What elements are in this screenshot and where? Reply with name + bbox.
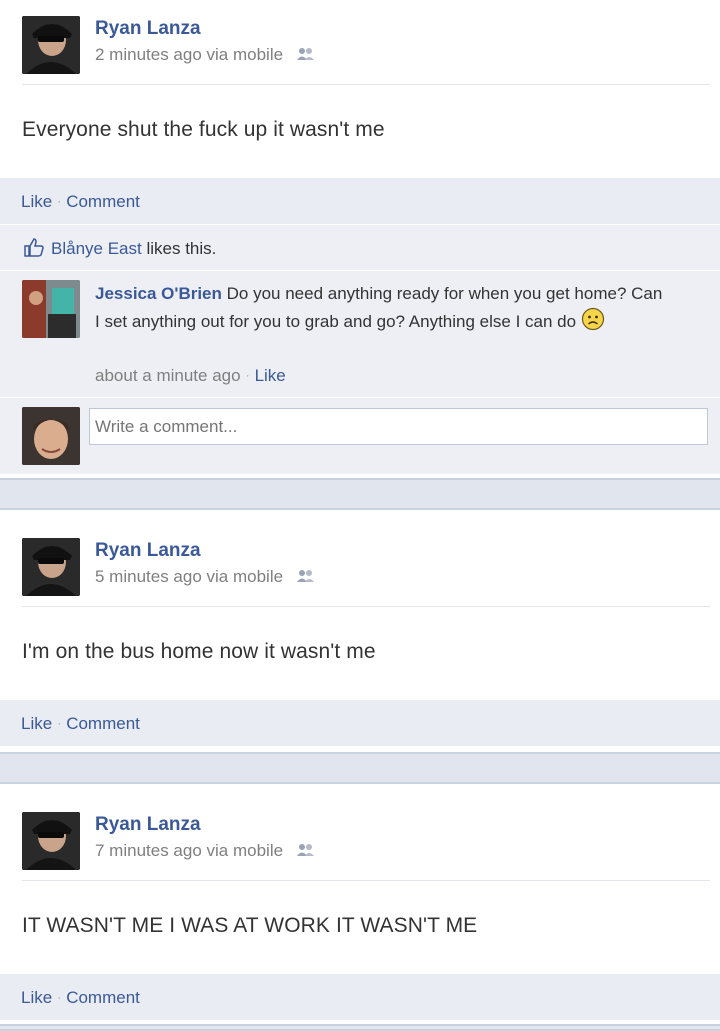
liker-name-link[interactable]: Blånye East	[51, 239, 142, 258]
comment: Jessica O'Brien Do you need anything rea…	[0, 271, 720, 397]
write-comment-row	[0, 398, 720, 474]
feed-separator	[0, 1024, 720, 1031]
commenter-name-link[interactable]: Jessica O'Brien	[95, 284, 222, 303]
post-meta: 5 minutes ago via mobile	[95, 567, 316, 588]
post-timestamp[interactable]: 2 minutes ago via mobile	[95, 45, 283, 64]
post-timestamp[interactable]: 7 minutes ago via mobile	[95, 841, 283, 860]
comment-timestamp[interactable]: about a minute ago	[95, 366, 241, 385]
dot-separator: ·	[57, 990, 62, 1004]
status-text: I'm on the bus home now it wasn't me	[22, 640, 376, 663]
like-link[interactable]: Like	[21, 714, 52, 733]
author-avatar[interactable]	[22, 16, 80, 74]
comment-meta: about a minute ago · Like	[95, 366, 286, 386]
author-avatar[interactable]	[22, 538, 80, 596]
post-meta: 7 minutes ago via mobile	[95, 841, 316, 862]
post-actions-bar: Like · Comment	[0, 700, 720, 746]
feed-separator	[0, 752, 720, 784]
thumbs-up-icon	[23, 237, 45, 262]
avatar-photo-icon	[22, 538, 80, 596]
avatar-photo-icon	[22, 812, 80, 870]
divider	[22, 606, 710, 607]
avatar-photo-icon	[22, 407, 80, 465]
avatar-photo-icon	[22, 16, 80, 74]
like-link[interactable]: Like	[21, 988, 52, 1007]
status-text: Everyone shut the fuck up it wasn't me	[22, 118, 385, 141]
likes-text: Blånye East likes this.	[51, 239, 216, 259]
feed-separator	[0, 478, 720, 510]
likes-summary: Blånye East likes this.	[0, 225, 720, 270]
comment-link[interactable]: Comment	[66, 192, 140, 211]
friends-privacy-icon[interactable]	[296, 842, 316, 862]
status-text: IT WASN'T ME I WAS AT WORK IT WASN'T ME	[22, 914, 478, 937]
status-post: Ryan Lanza 2 minutes ago via mobile Ever…	[0, 0, 720, 178]
like-link[interactable]: Like	[21, 192, 52, 211]
friends-privacy-icon[interactable]	[296, 46, 316, 66]
comment-link[interactable]: Comment	[66, 714, 140, 733]
comment-link[interactable]: Comment	[66, 988, 140, 1007]
divider	[22, 84, 710, 85]
comment-like-link[interactable]: Like	[255, 366, 286, 385]
post-actions-bar: Like · Comment	[0, 974, 720, 1020]
post-meta: 2 minutes ago via mobile	[95, 45, 316, 66]
post-timestamp[interactable]: 5 minutes ago via mobile	[95, 567, 283, 586]
status-post: Ryan Lanza 5 minutes ago via mobile I'm …	[0, 510, 720, 700]
friends-privacy-icon[interactable]	[296, 568, 316, 588]
author-name-link[interactable]: Ryan Lanza	[95, 18, 201, 40]
author-avatar[interactable]	[22, 812, 80, 870]
dot-separator: ·	[245, 368, 250, 382]
author-name-link[interactable]: Ryan Lanza	[95, 814, 201, 836]
likes-suffix: likes this.	[141, 239, 217, 258]
comment-input[interactable]	[89, 408, 708, 445]
post-actions-bar: Like · Comment	[0, 178, 720, 224]
dot-separator: ·	[57, 716, 62, 730]
avatar-photo-icon	[22, 280, 80, 338]
viewer-avatar	[22, 407, 80, 465]
commenter-avatar[interactable]	[22, 280, 80, 338]
divider	[22, 880, 710, 881]
status-post: Ryan Lanza 7 minutes ago via mobile IT W…	[0, 784, 720, 974]
sad-face-icon	[581, 307, 605, 339]
author-name-link[interactable]: Ryan Lanza	[95, 540, 201, 562]
dot-separator: ·	[57, 194, 62, 208]
comment-body: Jessica O'Brien Do you need anything rea…	[95, 281, 670, 339]
